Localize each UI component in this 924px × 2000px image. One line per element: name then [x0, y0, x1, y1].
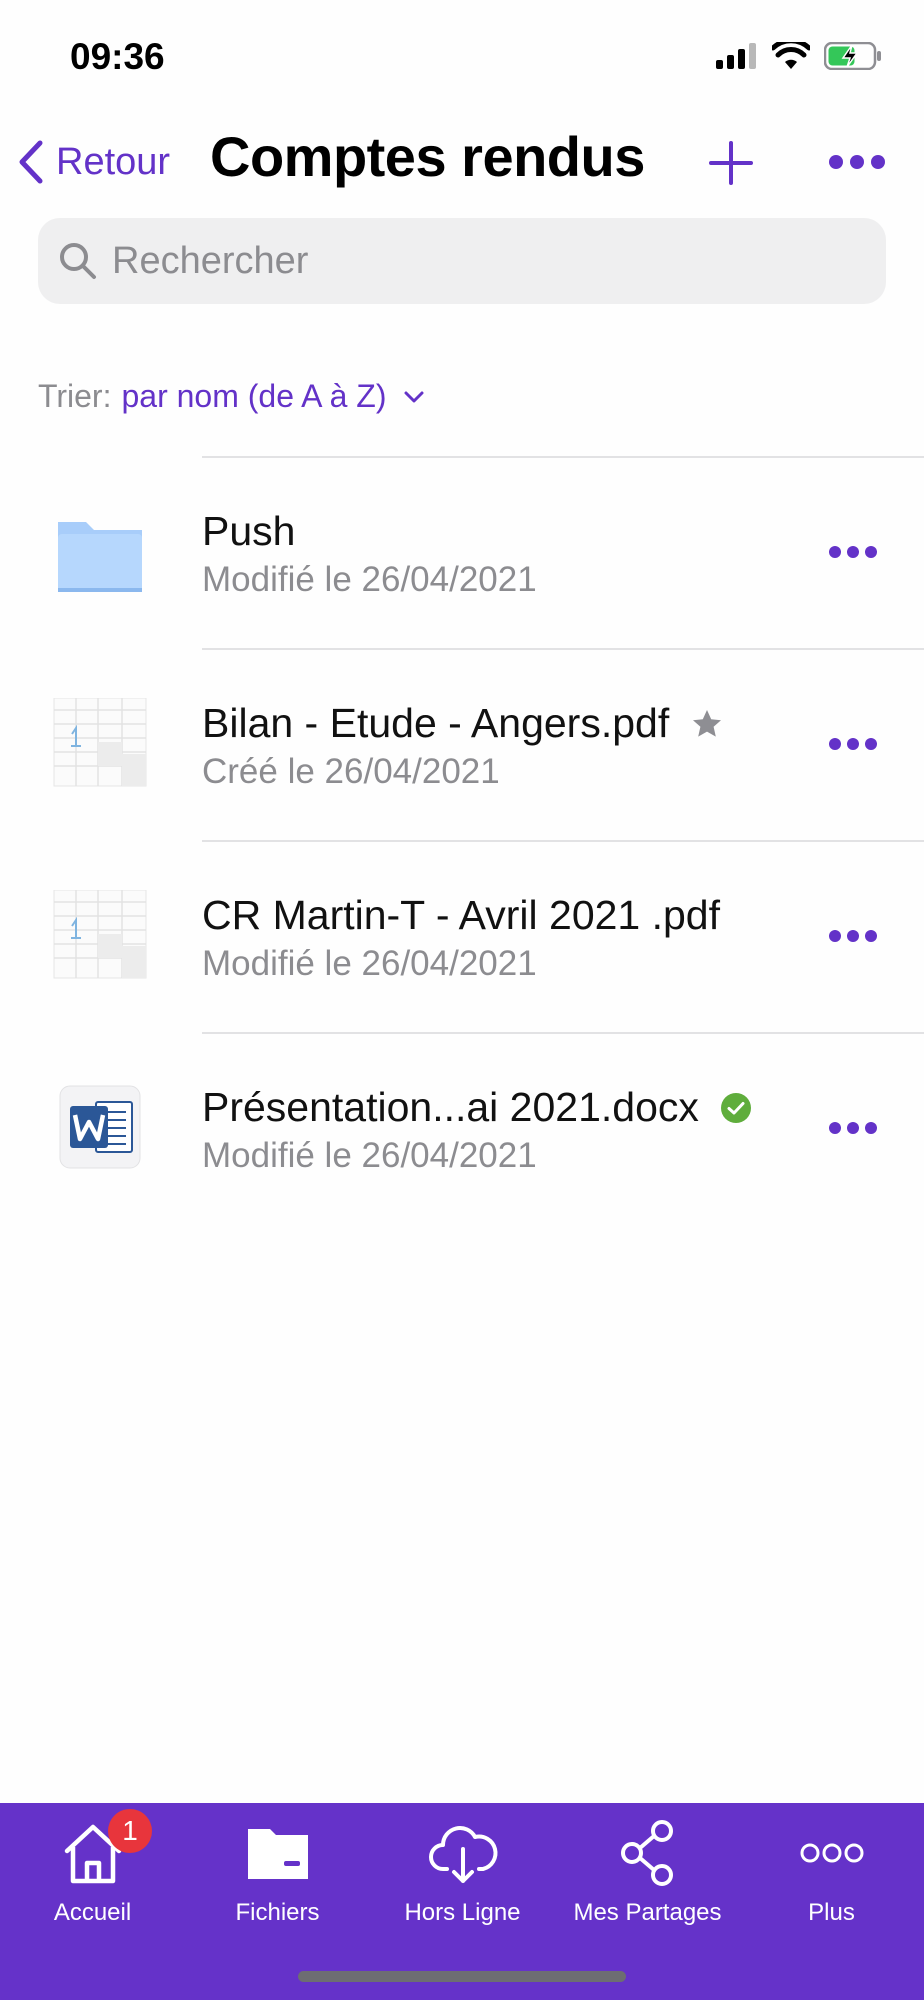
item-name: CR Martin-T - Avril 2021 .pdf — [202, 892, 721, 938]
chevron-left-icon — [19, 140, 43, 184]
tab-label: Accueil — [53, 1899, 132, 1926]
file-list: Push Modifié le 26/04/2021 Bilan - Etude… — [0, 456, 924, 1224]
more-options-icon[interactable] — [828, 534, 878, 570]
folder-icon — [58, 522, 142, 592]
nav-bar: Retour Comptes rendus — [0, 118, 924, 208]
more-options-icon[interactable] — [828, 1110, 878, 1146]
folder-icon — [247, 1829, 308, 1879]
divider — [202, 648, 924, 650]
item-name-line: Présentation...ai 2021.docx — [202, 1084, 751, 1131]
item-meta: Modifié le 26/04/2021 — [202, 560, 537, 599]
back-button[interactable]: Retour — [18, 140, 170, 184]
list-item[interactable]: Présentation...ai 2021.docx Modifié le 2… — [0, 1032, 924, 1224]
tab-accueil[interactable]: 1 Accueil — [0, 1803, 185, 1953]
status-time: 09:36 — [70, 36, 165, 77]
item-meta: Modifié le 26/04/2021 — [202, 944, 537, 983]
notification-badge: 1 — [108, 1809, 152, 1853]
divider — [202, 456, 924, 458]
tab-label: Fichiers — [235, 1899, 320, 1926]
pdf-thumbnail — [53, 698, 147, 787]
item-name-line: Push — [202, 508, 295, 555]
search-input[interactable] — [112, 239, 872, 283]
divider — [202, 1032, 924, 1034]
add-icon[interactable] — [708, 140, 754, 186]
sort-value[interactable]: par nom (de A à Z) — [121, 378, 386, 415]
chevron-down-icon[interactable] — [404, 390, 424, 404]
sort-control: Trier: par nom (de A à Z) — [38, 378, 424, 415]
check-icon — [720, 1092, 751, 1123]
item-name-line: Bilan - Etude - Angers.pdf — [202, 700, 723, 747]
sort-label: Trier: — [38, 378, 112, 414]
item-name-line: CR Martin-T - Avril 2021 .pdf — [202, 892, 720, 939]
tab-hors-ligne[interactable]: Hors Ligne — [370, 1803, 555, 1953]
item-name: Présentation...ai 2021.docx — [202, 1084, 699, 1130]
tab-fichiers[interactable]: Fichiers — [185, 1803, 370, 1953]
star-icon — [693, 709, 722, 737]
status-bar: 09:36 — [0, 0, 924, 100]
wifi-icon — [772, 42, 810, 69]
more-options-icon[interactable] — [828, 142, 886, 182]
more-circles-icon — [800, 1843, 863, 1863]
signal-icon — [716, 43, 756, 69]
battery-icon — [824, 42, 881, 70]
status-icons — [716, 42, 882, 70]
more-options-icon[interactable] — [828, 726, 878, 762]
page-title: Comptes rendus — [210, 125, 645, 188]
list-item[interactable]: Bilan - Etude - Angers.pdf Créé le 26/04… — [0, 648, 924, 840]
search-bar[interactable] — [38, 218, 886, 304]
back-label: Retour — [56, 140, 171, 183]
search-icon — [60, 243, 96, 279]
item-name: Bilan - Etude - Angers.pdf — [202, 700, 670, 746]
list-item[interactable]: CR Martin-T - Avril 2021 .pdf Modifié le… — [0, 840, 924, 1032]
cloud-download-icon — [428, 1826, 497, 1883]
share-icon — [620, 1820, 673, 1886]
tab-mes-partages[interactable]: Mes Partages — [555, 1803, 740, 1953]
item-name: Push — [202, 508, 296, 554]
list-item[interactable]: Push Modifié le 26/04/2021 — [0, 456, 924, 648]
tab-label: Mes Partages — [573, 1899, 722, 1926]
tab-plus[interactable]: Plus — [739, 1803, 924, 1953]
more-options-icon[interactable] — [828, 918, 878, 954]
word-doc-icon — [59, 1085, 141, 1169]
home-indicator — [298, 1971, 626, 1982]
tab-label: Plus — [808, 1899, 855, 1926]
item-meta: Modifié le 26/04/2021 — [202, 1136, 537, 1175]
pdf-thumbnail — [53, 890, 147, 979]
divider — [202, 840, 924, 842]
tab-label: Hors Ligne — [404, 1899, 521, 1926]
item-meta: Créé le 26/04/2021 — [202, 752, 500, 791]
